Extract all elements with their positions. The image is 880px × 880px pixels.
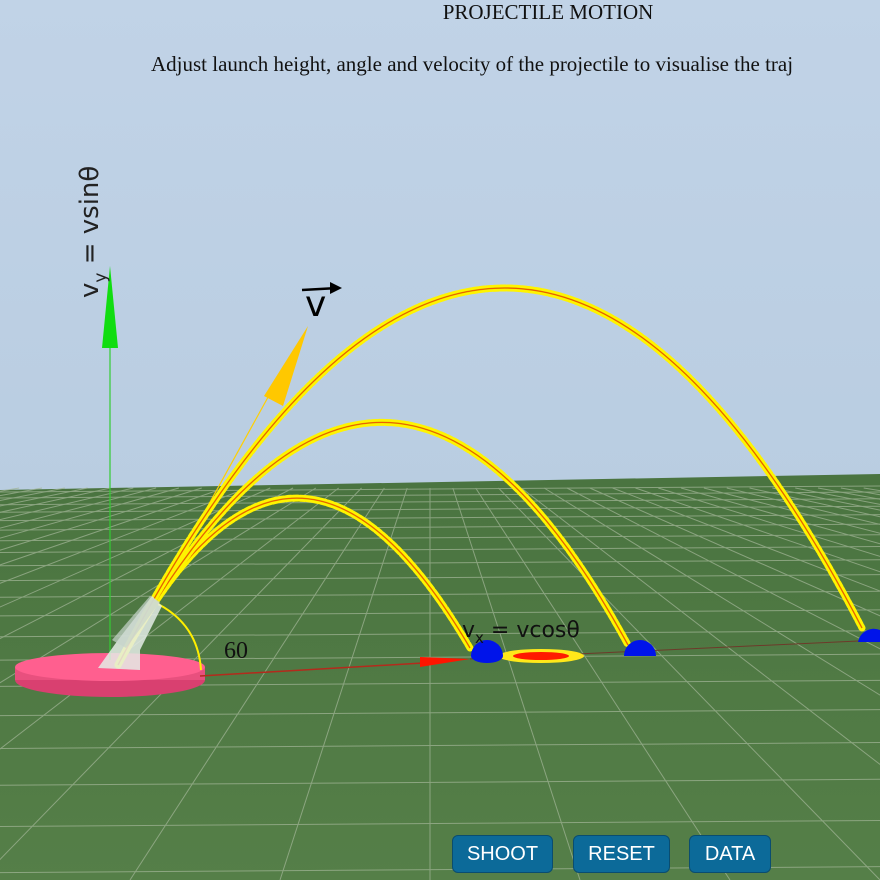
landing-target xyxy=(498,649,584,663)
angle-label: 60 xyxy=(224,638,248,664)
ball-1-shadow xyxy=(471,649,503,663)
vy-label: vy = vsinθ xyxy=(75,166,111,298)
shoot-button[interactable]: SHOOT xyxy=(452,835,553,873)
data-button[interactable]: DATA xyxy=(689,835,771,873)
simulation-canvas[interactable]: vy = vsinθ v vx = vcosθ 60 xyxy=(0,0,880,880)
v-label: v xyxy=(305,284,326,325)
reset-button[interactable]: RESET xyxy=(573,835,670,873)
page-subtitle: Adjust launch height, angle and velocity… xyxy=(151,52,794,76)
page-title: PROJECTILE MOTION xyxy=(442,0,654,24)
